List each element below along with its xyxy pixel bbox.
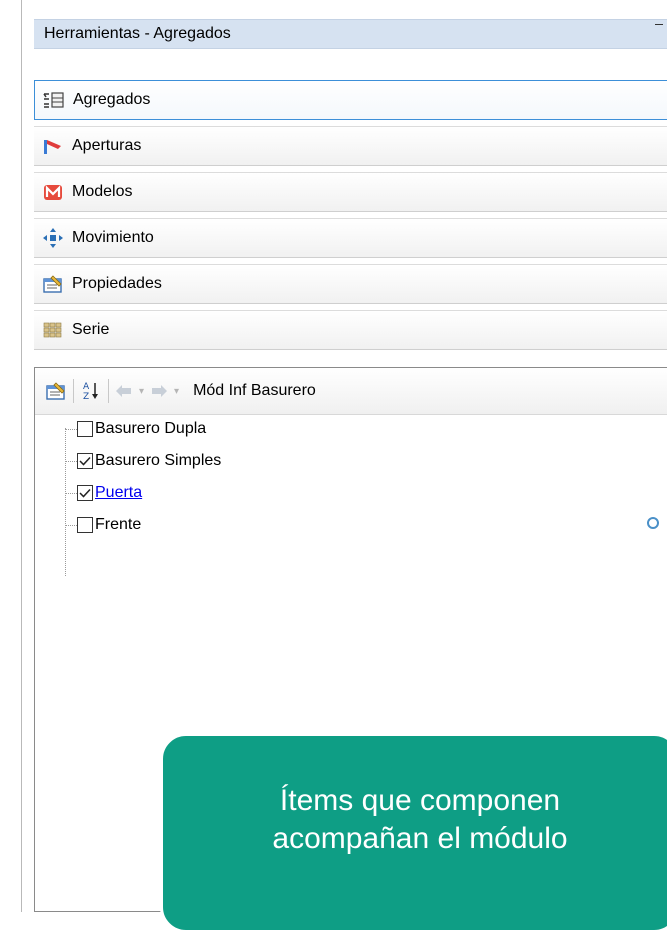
- left-border: [21, 0, 22, 912]
- aperturas-icon: [42, 135, 64, 157]
- panel-item-label: Agregados: [73, 91, 151, 108]
- panel-item-movimiento[interactable]: Movimiento: [34, 218, 667, 258]
- propiedades-icon: [42, 273, 64, 295]
- serie-icon: [42, 319, 64, 341]
- movimiento-icon: [42, 227, 64, 249]
- checkbox-checked[interactable]: [77, 453, 93, 469]
- callout-line-1: Ítems que componen: [279, 784, 561, 817]
- tree-item[interactable]: Puerta: [65, 479, 142, 507]
- panel-item-label: Propiedades: [72, 275, 162, 292]
- panel-item-serie[interactable]: Serie: [34, 310, 667, 350]
- checkbox[interactable]: [77, 421, 93, 437]
- window-title: Herramientas - Agregados: [44, 25, 231, 42]
- tree-item[interactable]: Basurero Dupla: [65, 415, 206, 443]
- forward-nav[interactable]: ▾: [150, 384, 185, 398]
- pin-icon[interactable]: [655, 24, 663, 25]
- tree-item-label: Basurero Dupla: [95, 420, 207, 437]
- tree-item[interactable]: Basurero Simples: [65, 447, 221, 475]
- tree-title: Mód Inf Basurero: [193, 382, 316, 399]
- tree-toolbar: A Z ▾ ▾ Mód Inf Basurero: [35, 368, 667, 415]
- chevron-down-icon: ▾: [174, 385, 180, 397]
- tree-item[interactable]: Frente: [65, 511, 141, 539]
- magnifier-icon[interactable]: [647, 517, 659, 529]
- chevron-down-icon: ▾: [139, 385, 145, 397]
- panel-title-bar: Herramientas - Agregados: [34, 19, 667, 49]
- panel-item-aperturas[interactable]: Aperturas: [34, 126, 667, 166]
- toolbar-separator: [73, 379, 74, 403]
- properties-icon[interactable]: [45, 380, 67, 402]
- forward-arrow-icon: [152, 385, 168, 397]
- panel-item-modelos[interactable]: Modelos: [34, 172, 667, 212]
- agregados-icon: [43, 89, 65, 111]
- sort-az-icon[interactable]: A Z: [80, 380, 102, 402]
- checkbox[interactable]: [77, 517, 93, 533]
- back-nav[interactable]: ▾: [115, 384, 150, 398]
- modelos-icon: [42, 181, 64, 203]
- checkbox-checked[interactable]: [77, 485, 93, 501]
- panel-item-label: Serie: [72, 321, 110, 338]
- panel-item-label: Aperturas: [72, 137, 142, 154]
- toolbar-separator: [108, 379, 109, 403]
- panel-item-label: Modelos: [72, 183, 133, 200]
- panel-item-propiedades[interactable]: Propiedades: [34, 264, 667, 304]
- tree-item-label: Basurero Simples: [95, 452, 222, 469]
- callout-overlay: Ítems que componen acompañan el módulo: [160, 733, 667, 933]
- back-arrow-icon: [116, 385, 131, 397]
- callout-line-2: acompañan el módulo: [272, 822, 568, 855]
- svg-text:A: A: [83, 382, 90, 392]
- tree-item-label: Frente: [95, 516, 142, 533]
- tree-item-link[interactable]: Puerta: [95, 484, 142, 502]
- panel-item-label: Movimiento: [72, 229, 154, 246]
- svg-text:Z: Z: [83, 392, 89, 402]
- panel-item-agregados[interactable]: Agregados: [34, 80, 667, 120]
